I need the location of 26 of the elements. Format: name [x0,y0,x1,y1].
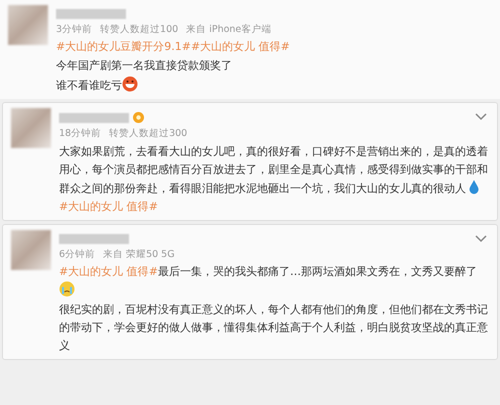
post-text: 今年国产剧第一名我直接贷款颁奖了 [56,58,233,74]
post-meta: 转赞人数超过100 [100,23,178,37]
hashtag-link[interactable]: #大山的女儿 值得# [59,200,158,212]
username-placeholder [59,234,129,244]
post-meta: 18分钟前 [59,127,102,142]
chevron-down-icon[interactable] [475,113,487,122]
grinning-face-icon [122,76,138,92]
post-meta: 3分钟前 [56,23,92,37]
crying-face-icon [59,280,75,297]
username-placeholder [56,9,126,19]
avatar-placeholder [11,230,51,270]
chevron-down-icon[interactable] [475,234,487,242]
avatar-placeholder [11,108,51,148]
post-meta: 6分钟前 [59,248,96,262]
hashtag-link[interactable]: #大山的女儿 值得# [190,40,290,54]
hashtag-link[interactable]: #大山的女儿豆瓣开分9.1# [56,40,191,54]
post-text: 谁不看谁吃亏 [56,76,492,96]
hashtag-link[interactable]: #大山的女儿 值得# [59,264,158,278]
post-meta: 转赞人数超过300 [109,127,188,142]
post-text: #大山的女儿 值得#最后一集，哭的我头都痛了…那两坛酒如果文秀在，文秀又要醉了 [59,262,489,300]
post-text: 大家如果剧荒，去看看大山的女儿吧，真的很好看，口碑好不是营销出来的，是真的透着用心，每个演员都把感情百分百放进去了，剧里全是真心真情，感受得到做实事的干部和群众之间的那份奔赴，看得眼泪能把水泥地砸出一个坑，我们大山的女儿真的很动人 #大山的女儿 值得# [59,144,489,214]
post-meta: 来自 iPhone客户端 [186,23,272,37]
avatar-placeholder [8,5,48,45]
username-placeholder [59,112,129,123]
post-text: 很纪实的剧，百坭村没有真正意义的坏人，每个人都有他们的角度，但他们都在文秀书记的带动下，学会更好的做人做事，懂得集体利益高于个人利益，明白脱贫攻坚战的真正意义 [59,302,489,354]
post-meta: 来自 荣耀50 5G [103,248,175,262]
